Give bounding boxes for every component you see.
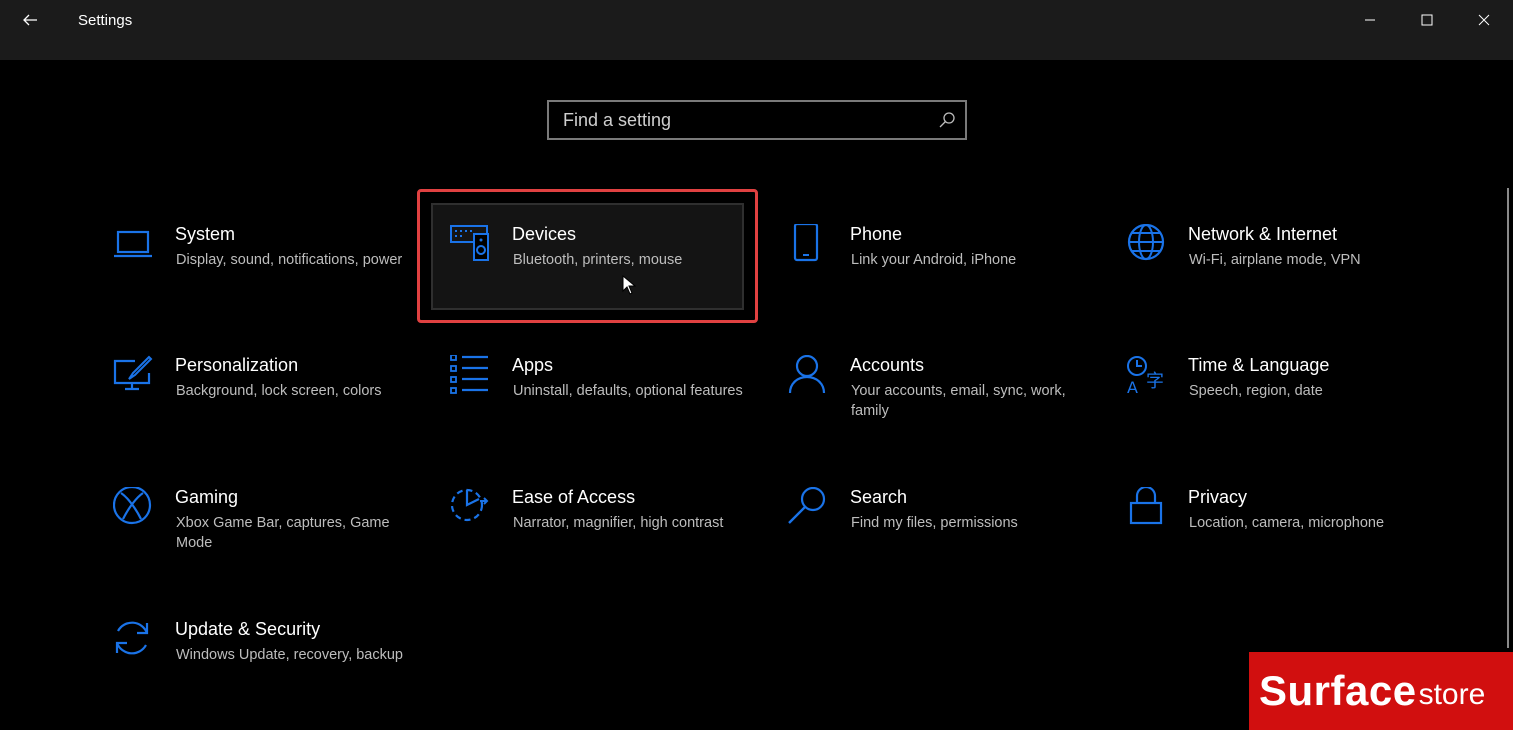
time-language-icon: A 字 (1127, 356, 1164, 395)
globe-icon (1127, 224, 1165, 261)
logo-main-text: Surface (1259, 667, 1417, 714)
ease-of-access-icon (450, 488, 489, 522)
category-title: Devices (512, 224, 577, 244)
category-description: Your accounts, email, sync, work, family (851, 383, 1066, 419)
lock-icon (1129, 487, 1163, 525)
category-time-language[interactable]: A 字 Time & Language Speech, region, date (1126, 355, 1456, 455)
logo-sub-text: store (1418, 678, 1486, 711)
category-devices[interactable]: Devices Bluetooth, printers, mouse (450, 224, 780, 324)
category-network[interactable]: Network & Internet Wi-Fi, airplane mode,… (1126, 224, 1456, 324)
phone-icon (793, 224, 819, 262)
mouse-cursor-icon (622, 275, 636, 295)
search-icon[interactable] (929, 102, 965, 138)
laptop-icon (114, 230, 152, 258)
category-title: Time & Language (1188, 355, 1330, 375)
category-accounts[interactable]: Accounts Your accounts, email, sync, wor… (788, 355, 1118, 455)
category-title: Update & Security (175, 619, 321, 639)
category-description: Location, camera, microphone (1189, 515, 1385, 531)
svg-text:字: 字 (1146, 371, 1164, 392)
category-description: Uninstall, defaults, optional features (513, 383, 743, 399)
close-button[interactable] (1456, 0, 1512, 40)
category-gaming[interactable]: Gaming Xbox Game Bar, captures, Game Mod… (113, 487, 443, 587)
category-description: Windows Update, recovery, backup (176, 647, 404, 663)
category-title: Apps (512, 355, 554, 375)
paint-brush-monitor-icon (113, 355, 153, 391)
category-description: Wi-Fi, airplane mode, VPN (1189, 252, 1361, 268)
category-phone[interactable]: Phone Link your Android, iPhone (788, 224, 1118, 324)
vertical-scrollbar[interactable] (1507, 188, 1509, 648)
category-title: Search (850, 487, 908, 507)
search-input[interactable] (549, 108, 929, 132)
back-button[interactable] (0, 0, 60, 40)
category-description: Display, sound, notifications, power (176, 252, 403, 268)
person-icon (788, 355, 826, 394)
category-title: Phone (850, 224, 903, 244)
search-box (547, 100, 967, 140)
keyboard-speaker-icon (450, 225, 489, 261)
window-title: Settings (78, 12, 133, 29)
category-title: Privacy (1188, 487, 1248, 507)
category-description: Background, lock screen, colors (176, 383, 382, 399)
title-bar: Settings (0, 0, 1513, 60)
maximize-button[interactable] (1399, 0, 1455, 40)
category-title: Accounts (850, 355, 925, 375)
category-apps[interactable]: Apps Uninstall, defaults, optional featu… (450, 355, 780, 455)
category-description: Find my files, permissions (851, 515, 1018, 531)
apps-list-icon (450, 355, 488, 394)
category-title: System (175, 224, 236, 244)
category-title: Gaming (175, 487, 239, 507)
category-personalization[interactable]: Personalization Background, lock screen,… (113, 355, 443, 455)
category-title: Personalization (175, 355, 299, 375)
maximize-icon (1421, 14, 1433, 26)
category-title: Network & Internet (1188, 224, 1338, 244)
minimize-icon (1365, 19, 1375, 21)
category-update-security[interactable]: Update & Security Windows Update, recove… (113, 619, 443, 719)
category-ease-of-access[interactable]: Ease of Access Narrator, magnifier, high… (450, 487, 780, 587)
surface-store-logo: Surface store (1249, 652, 1513, 730)
close-icon (1478, 14, 1490, 26)
category-description: Narrator, magnifier, high contrast (513, 515, 724, 531)
svg-text:A: A (1127, 378, 1138, 395)
xbox-icon (113, 487, 152, 525)
category-privacy[interactable]: Privacy Location, camera, microphone (1126, 487, 1456, 587)
back-arrow-icon (23, 14, 37, 26)
magnifier-icon (788, 487, 826, 524)
sync-arrows-icon (115, 621, 149, 655)
category-title: Ease of Access (512, 487, 636, 507)
category-description: Xbox Game Bar, captures, Game Mode (176, 515, 390, 551)
minimize-button[interactable] (1342, 0, 1398, 40)
category-search[interactable]: Search Find my files, permissions (788, 487, 1118, 587)
category-description: Bluetooth, printers, mouse (513, 252, 683, 268)
category-description: Link your Android, iPhone (851, 252, 1017, 268)
category-description: Speech, region, date (1189, 383, 1323, 399)
category-system[interactable]: System Display, sound, notifications, po… (113, 224, 443, 324)
